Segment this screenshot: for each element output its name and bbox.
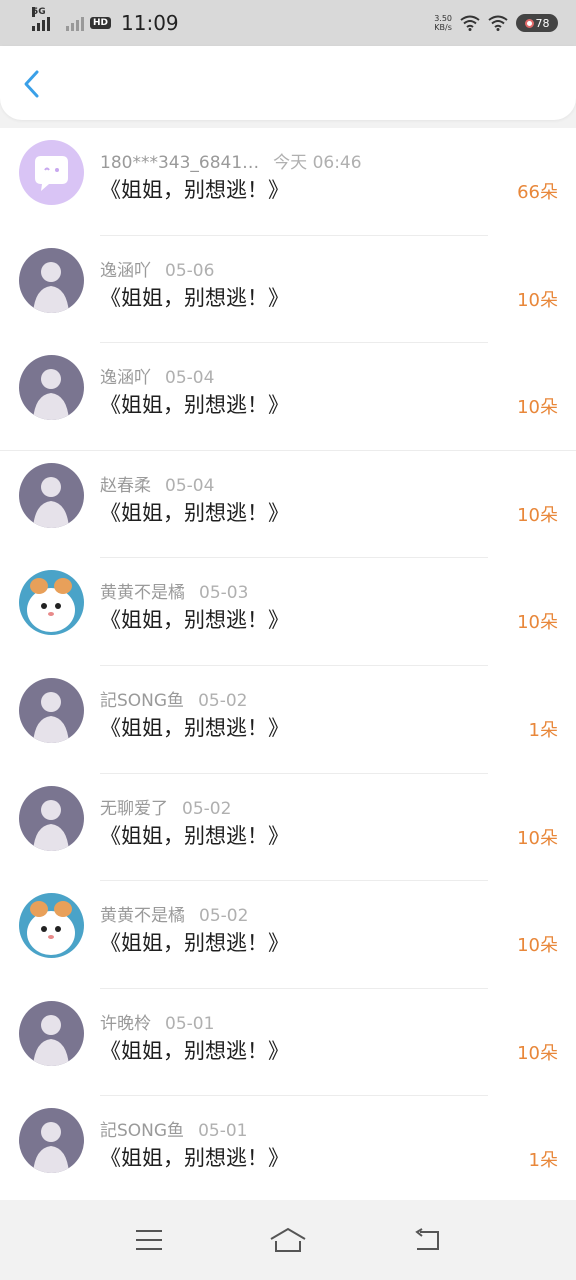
book-title: 《姐姐，别想逃！》 <box>100 715 289 740</box>
avatar[interactable] <box>19 462 84 528</box>
network-speed: 3.50 KB/s <box>434 14 452 32</box>
gift-row[interactable]: 赵春柔 05-04 《姐姐，别想逃！》 10朵 <box>0 451 576 559</box>
flower-count: 10朵 <box>517 827 558 849</box>
book-title: 《姐姐，别想逃！》 <box>100 1146 289 1171</box>
gift-meta: 无聊爱了 05-02 <box>100 794 231 819</box>
flower-count: 10朵 <box>517 612 558 634</box>
gift-list: 180***343_6841… 今天 06:46 《姐姐，别想逃！》 66朵逸涵吖 05… <box>0 128 576 1204</box>
gift-date: 05-04 <box>165 368 215 389</box>
gift-date: 今天 06:46 <box>273 153 362 173</box>
book-title: 《姐姐，别想逃！》 <box>100 608 289 633</box>
chevron-left-icon <box>24 70 39 98</box>
flower-count: 10朵 <box>517 289 558 311</box>
gift-row[interactable]: 記SONG鱼 05-02 《姐姐，别想逃！》 1朵 <box>0 666 576 774</box>
gift-meta: 180***343_6841… 今天 06:46 <box>100 148 362 173</box>
back-nav-button[interactable] <box>403 1220 451 1260</box>
sender-name: 赵春柔 <box>100 475 151 496</box>
flower-count: 1朵 <box>528 719 558 741</box>
sender-name: 许晚柃 <box>100 1013 151 1034</box>
gift-date: 05-02 <box>198 690 248 711</box>
flower-count: 10朵 <box>517 504 558 526</box>
header <box>0 46 576 120</box>
avatar[interactable] <box>19 893 84 959</box>
avatar[interactable] <box>19 247 84 313</box>
gift-row[interactable]: 逸涵吖 05-06 《姐姐，别想逃！》 10朵 <box>0 236 576 344</box>
avatar[interactable] <box>19 785 84 851</box>
avatar[interactable] <box>19 570 84 636</box>
gift-row[interactable]: 逸涵吖 05-04 《姐姐，别想逃！》 10朵 <box>0 343 576 451</box>
flower-count: 1朵 <box>528 1150 558 1172</box>
clock: 11:09 <box>121 11 179 35</box>
flower-count: 10朵 <box>517 397 558 419</box>
book-title: 《姐姐，别想逃！》 <box>100 285 289 310</box>
gift-date: 05-04 <box>165 475 215 496</box>
gift-meta: 逸涵吖 05-06 <box>100 256 214 281</box>
avatar[interactable] <box>19 355 84 421</box>
back-button[interactable] <box>14 66 50 102</box>
wifi-2-icon <box>488 15 508 31</box>
sender-name: 逸涵吖 <box>100 260 151 281</box>
cellular-signal-icon: 5G <box>32 7 50 31</box>
book-title: 《姐姐，别想逃！》 <box>100 1038 289 1063</box>
gift-meta: 黄黄不是橘 05-03 <box>100 578 248 603</box>
gift-row[interactable]: 記SONG鱼 05-01 《姐姐，别想逃！》 1朵 <box>0 1096 576 1204</box>
gift-date: 05-06 <box>165 260 215 281</box>
gift-meta: 記SONG鱼 05-01 <box>100 1116 247 1141</box>
sender-name: 无聊爱了 <box>100 798 168 819</box>
flower-count: 10朵 <box>517 935 558 957</box>
avatar[interactable] <box>19 140 84 205</box>
wifi-icon <box>460 15 480 31</box>
speed-unit: KB/s <box>434 23 452 32</box>
sender-name: 黄黄不是橘 <box>100 906 185 927</box>
menu-icon <box>136 1230 163 1250</box>
gift-date: 05-01 <box>165 1013 215 1034</box>
gift-row[interactable]: 无聊爱了 05-02 《姐姐，别想逃！》 10朵 <box>0 774 576 882</box>
home-icon <box>270 1227 306 1252</box>
flower-count: 66朵 <box>517 182 558 203</box>
gift-row[interactable]: 180***343_6841… 今天 06:46 《姐姐，别想逃！》 66朵 <box>0 128 576 236</box>
battery-level: 78 <box>535 16 550 30</box>
gift-date: 05-02 <box>199 906 249 927</box>
book-title: 《姐姐，别想逃！》 <box>100 393 289 418</box>
gift-meta: 黄黄不是橘 05-02 <box>100 901 248 926</box>
hd-icon: HD <box>90 17 112 29</box>
gift-date: 05-02 <box>182 798 232 819</box>
home-button[interactable] <box>264 1220 312 1260</box>
sender-name: 180***343_6841… <box>100 153 260 173</box>
cellular-signal-2-icon <box>66 15 84 31</box>
book-title: 《姐姐，别想逃！》 <box>100 931 289 956</box>
gift-date: 05-01 <box>198 1121 248 1142</box>
menu-button[interactable] <box>125 1220 173 1260</box>
speed-value: 3.50 <box>434 14 452 23</box>
sender-name: 黄黄不是橘 <box>100 583 185 604</box>
gift-meta: 许晚柃 05-01 <box>100 1009 214 1034</box>
gift-meta: 赵春柔 05-04 <box>100 471 214 496</box>
gift-row[interactable]: 黄黄不是橘 05-03 《姐姐，别想逃！》 10朵 <box>0 558 576 666</box>
sender-name: 記SONG鱼 <box>100 690 185 711</box>
avatar[interactable] <box>19 1108 84 1174</box>
battery-icon: 78 <box>516 14 558 32</box>
gift-meta: 逸涵吖 05-04 <box>100 363 214 388</box>
back-icon <box>414 1228 439 1250</box>
gift-row[interactable]: 许晚柃 05-01 《姐姐，别想逃！》 10朵 <box>0 989 576 1097</box>
book-title: 《姐姐，别想逃！》 <box>100 823 289 848</box>
book-title: 《姐姐，别想逃！》 <box>100 500 289 525</box>
navigation-bar <box>0 1200 576 1280</box>
book-title: 《姐姐，别想逃！》 <box>100 178 289 202</box>
network-type: 5G <box>32 7 46 17</box>
gift-date: 05-03 <box>199 583 249 604</box>
avatar[interactable] <box>19 1000 84 1066</box>
sender-name: 記SONG鱼 <box>100 1121 185 1142</box>
flower-count: 10朵 <box>517 1042 558 1064</box>
gift-row[interactable]: 黄黄不是橘 05-02 《姐姐，别想逃！》 10朵 <box>0 881 576 989</box>
sender-name: 逸涵吖 <box>100 368 151 389</box>
status-bar: 5G HD 11:09 3.50 KB/s 78 <box>0 0 576 46</box>
gift-meta: 記SONG鱼 05-02 <box>100 686 247 711</box>
avatar[interactable] <box>19 677 84 743</box>
